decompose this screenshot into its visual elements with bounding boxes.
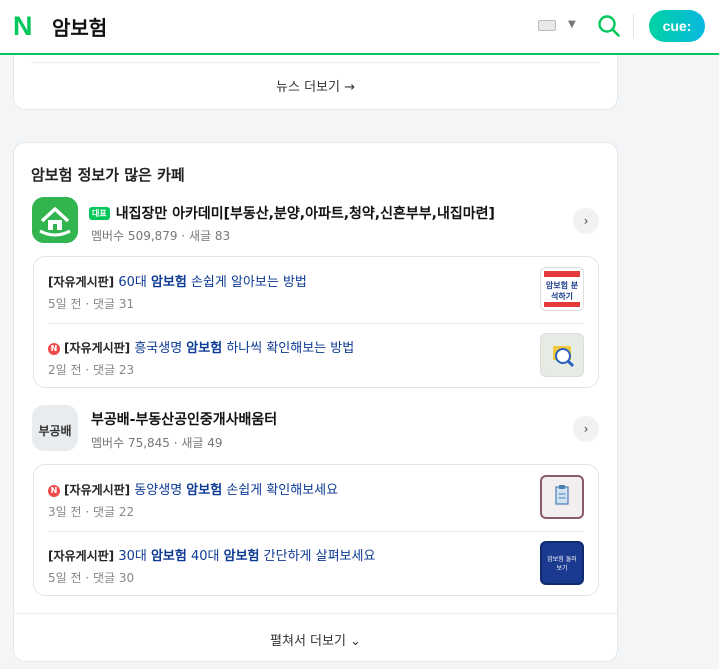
- new-badge-icon: N: [48, 343, 60, 355]
- post-board: [자유게시판]: [48, 275, 115, 289]
- post-thumbnail[interactable]: 암보험 둘러보기: [540, 541, 584, 585]
- post-thumbnail[interactable]: [540, 475, 584, 519]
- news-more-link[interactable]: 뉴스 더보기 →: [14, 76, 617, 95]
- cafe-name-row[interactable]: 대표 내집장만 아카데미[부동산,분양,아파트,청약,신혼부부,내집마련]: [89, 203, 495, 223]
- post-keyword: 암보험: [150, 275, 187, 290]
- cafe-name[interactable]: 부공배-부동산공인중개사배움터: [91, 409, 277, 429]
- chevron-down-icon[interactable]: ▼: [568, 19, 576, 30]
- post-title[interactable]: N [자유게시판] 동양생명 암보험 손쉽게 확인해보세요: [48, 479, 338, 498]
- cafe-post-list: [자유게시판] 60대 암보험 손쉽게 알아보는 방법 5일 전 · 댓글 31…: [33, 256, 599, 388]
- list-item[interactable]: N [자유게시판] 동양생명 암보험 손쉽게 확인해보세요 3일 전 · 댓글 2…: [48, 465, 584, 531]
- post-title[interactable]: [자유게시판] 60대 암보험 손쉽게 알아보는 방법: [48, 271, 307, 290]
- cafe-name-row[interactable]: 부공배-부동산공인중개사배움터: [91, 409, 277, 429]
- news-divider: [31, 62, 600, 63]
- cafe-post-list: N [자유게시판] 동양생명 암보험 손쉽게 확인해보세요 3일 전 · 댓글 2…: [33, 464, 599, 596]
- post-title-rest: 손쉽게 확인해보세요: [222, 483, 339, 498]
- representative-badge: 대표: [89, 206, 110, 220]
- post-keyword: 암보험: [186, 483, 223, 498]
- post-meta: 3일 전 · 댓글 22: [48, 505, 135, 519]
- post-title-rest: 간단하게 살펴보세요: [259, 549, 376, 564]
- post-title-pre: 동양생명: [134, 483, 187, 498]
- post-meta: 5일 전 · 댓글 31: [48, 297, 135, 311]
- cafe-arrow-button[interactable]: ›: [573, 208, 599, 234]
- header-divider: [633, 14, 634, 38]
- post-title-rest: 하나씩 확인해보는 방법: [222, 341, 355, 356]
- post-title-rest: 손쉽게 알아보는 방법: [186, 275, 307, 290]
- post-title-pre: 60대: [118, 275, 151, 290]
- cafe-thumbnail-text: 부공배: [38, 424, 72, 438]
- post-title-mid: 40대: [186, 549, 224, 564]
- post-meta: 2일 전 · 댓글 23: [48, 363, 135, 377]
- cafe-name[interactable]: 내집장만 아카데미[부동산,분양,아파트,청약,신혼부부,내집마련]: [116, 203, 495, 223]
- post-thumbnail-text: 암보험 둘러보기: [547, 556, 577, 572]
- post-keyword: 암보험: [150, 549, 187, 564]
- post-title[interactable]: [자유게시판] 30대 암보험 40대 암보험 간단하게 살펴보세요: [48, 545, 375, 564]
- post-keyword: 암보험: [186, 341, 223, 356]
- chevron-right-icon: ›: [583, 214, 589, 228]
- post-board: [자유게시판]: [48, 549, 115, 563]
- search-header: N 암보험 ▼ cue:: [0, 0, 719, 55]
- post-keyword: 암보험: [223, 549, 260, 564]
- cafe-section-card: 암보험 정보가 많은 카페 대표 내집장만 아카데미[부동산,분양,아파트,청약…: [13, 142, 618, 662]
- list-item[interactable]: [자유게시판] 30대 암보험 40대 암보험 간단하게 살펴보세요 5일 전 …: [48, 531, 584, 597]
- cue-button[interactable]: cue:: [649, 10, 705, 42]
- search-icon[interactable]: [597, 14, 621, 38]
- cafe-meta: 멤버수 509,879 · 새글 83: [91, 229, 231, 243]
- naver-logo[interactable]: N: [13, 13, 37, 40]
- post-thumbnail[interactable]: 암보험 분석하기: [540, 267, 584, 311]
- chevron-right-icon: ›: [583, 422, 589, 436]
- cafe-arrow-button[interactable]: ›: [573, 416, 599, 442]
- house-icon: [32, 197, 78, 243]
- post-meta: 5일 전 · 댓글 30: [48, 571, 135, 585]
- magnifier-image-icon: [553, 346, 575, 368]
- cafe-meta: 멤버수 75,845 · 새글 49: [91, 436, 223, 450]
- list-item[interactable]: [자유게시판] 60대 암보험 손쉽게 알아보는 방법 5일 전 · 댓글 31…: [48, 257, 584, 323]
- search-query[interactable]: 암보험: [52, 12, 107, 41]
- list-item[interactable]: N [자유게시판] 흥국생명 암보험 하나씩 확인해보는 방법 2일 전 · 댓글…: [48, 323, 584, 389]
- post-title-pre: 흥국생명: [134, 341, 187, 356]
- post-thumbnail-text: 암보험 분석하기: [545, 281, 579, 301]
- expand-more-button[interactable]: 펼쳐서 더보기 ⌄: [14, 630, 617, 649]
- card-footer-divider: [14, 613, 617, 614]
- post-title[interactable]: N [자유게시판] 흥국생명 암보험 하나씩 확인해보는 방법: [48, 337, 354, 356]
- clipboard-image-icon: [555, 485, 569, 505]
- news-card: 뉴스 더보기 →: [13, 55, 618, 110]
- post-title-pre: 30대: [118, 549, 151, 564]
- section-title: 암보험 정보가 많은 카페: [31, 166, 185, 184]
- post-thumbnail[interactable]: [540, 333, 584, 377]
- cafe-thumbnail[interactable]: [32, 197, 78, 243]
- post-board: [자유게시판]: [64, 483, 131, 497]
- post-board: [자유게시판]: [64, 341, 131, 355]
- cafe-thumbnail[interactable]: 부공배: [32, 405, 78, 451]
- keyboard-icon[interactable]: [538, 20, 556, 31]
- new-badge-icon: N: [48, 485, 60, 497]
